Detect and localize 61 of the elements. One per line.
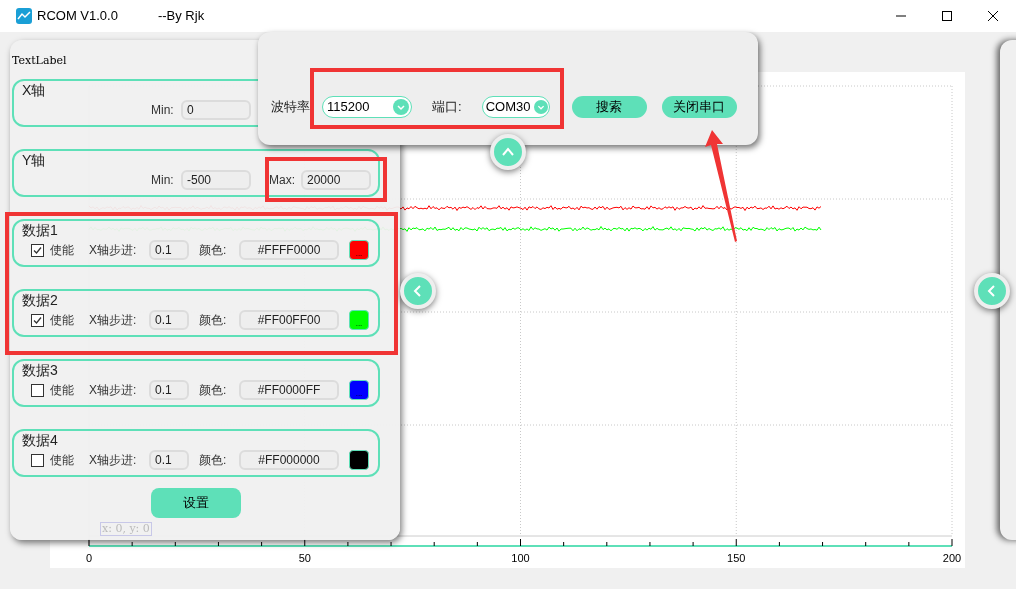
max-field[interactable]: 20000	[301, 170, 371, 190]
min-label: Min:	[151, 102, 175, 119]
check-icon	[33, 245, 42, 255]
baud-select[interactable]: 115200	[322, 95, 412, 118]
color-swatch[interactable]: ...	[349, 240, 369, 260]
color-field[interactable]: #FF00FF00	[239, 310, 339, 330]
step-field[interactable]: 0.1	[149, 240, 189, 260]
maximize-icon	[942, 11, 952, 21]
axis-tick-label: 150	[727, 552, 746, 564]
dropdown-icon	[533, 99, 548, 114]
step-field[interactable]: 0.1	[149, 310, 189, 330]
color-label: 颜色:	[199, 312, 228, 329]
group-title: 数据1	[22, 223, 58, 237]
baud-label: 波特率	[271, 97, 310, 116]
enable-label: 使能	[50, 242, 74, 259]
axis-tick-label: 100	[511, 552, 530, 564]
color-field[interactable]: #FFFF0000	[239, 240, 339, 260]
axis-tick-label: 50	[298, 552, 311, 564]
enable-label: 使能	[50, 382, 74, 399]
dropdown-icon	[393, 98, 409, 115]
close-icon	[988, 11, 998, 21]
color-field[interactable]: #FF000000	[239, 450, 339, 470]
group-title: X轴	[22, 83, 46, 97]
color-swatch[interactable]	[349, 450, 369, 470]
step-label: X轴步进:	[89, 242, 138, 259]
group-title: 数据4	[22, 433, 58, 447]
axis-tick-label: 200	[942, 552, 962, 564]
window-subtitle: --By Rjk	[157, 7, 205, 26]
step-label: X轴步进:	[89, 452, 138, 469]
step-field[interactable]: 0.1	[149, 450, 189, 470]
color-swatch[interactable]: ...	[349, 310, 369, 330]
color-label: 颜色:	[199, 452, 228, 469]
min-label: Min:	[151, 172, 175, 189]
check-icon	[33, 315, 42, 325]
enable-checkbox[interactable]	[31, 243, 44, 257]
min-field[interactable]: -500	[181, 170, 251, 190]
color-field[interactable]: #FF0000FF	[239, 380, 339, 400]
axis-tick-label: 0	[85, 552, 93, 564]
group-title: Y轴	[22, 153, 46, 167]
step-label: X轴步进:	[89, 312, 138, 329]
max-label: Max:	[269, 172, 296, 189]
enable-checkbox[interactable]	[31, 383, 44, 397]
search-button[interactable]: 搜索	[571, 95, 647, 118]
enable-checkbox[interactable]	[31, 313, 44, 327]
chart-app-icon	[16, 8, 32, 24]
window-title: RCOM V1.0.0	[37, 7, 118, 26]
apply-button[interactable]: 设置	[151, 488, 241, 518]
step-label: X轴步进:	[89, 382, 138, 399]
group-title: 数据2	[22, 293, 58, 307]
step-field[interactable]: 0.1	[149, 380, 189, 400]
enable-checkbox[interactable]	[31, 453, 44, 467]
enable-label: 使能	[50, 452, 74, 469]
min-field[interactable]: 0	[181, 100, 251, 120]
color-label: 颜色:	[199, 242, 228, 259]
port-select[interactable]: COM30	[481, 95, 550, 118]
enable-label: 使能	[50, 312, 74, 329]
port-label: 端口:	[432, 97, 462, 116]
group-title: 数据3	[22, 363, 58, 377]
color-label: 颜色:	[199, 382, 228, 399]
text-label: TextLabel	[12, 55, 68, 66]
close-port-button[interactable]: 关闭串口	[661, 95, 737, 118]
